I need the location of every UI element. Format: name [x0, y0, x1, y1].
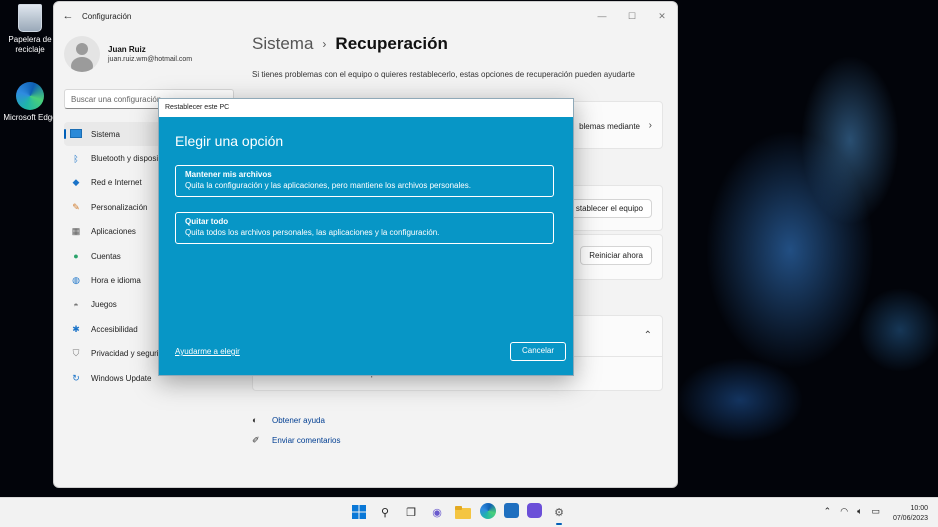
restart-now-button[interactable]: Reiniciar ahora [580, 246, 652, 265]
gamepad-icon: ◓ [73, 299, 79, 310]
task-view-icon[interactable]: ❐ [402, 503, 420, 521]
chevron-up-icon[interactable]: ⌃ [644, 330, 652, 341]
user-profile[interactable]: Juan Ruiz juan.ruiz.wm@hotmail.com [64, 36, 192, 72]
edge-label: Microsoft Edge [3, 113, 57, 122]
clipchamp-icon[interactable] [527, 503, 542, 518]
minimize-button[interactable]: — [587, 11, 617, 22]
avatar [64, 36, 100, 72]
system-tray: ⌃ ◠ 🔈︎ ▭ [815, 506, 880, 517]
edge-taskbar-icon[interactable] [480, 503, 496, 519]
apps-icon: ▦ [71, 226, 81, 237]
person-icon: ● [73, 251, 79, 262]
clock-time: 10:00 [910, 505, 928, 512]
clock[interactable]: 10:00 07/06/2023 [893, 504, 928, 524]
accessibility-icon: ✱ [72, 323, 80, 334]
help-icon: ◐ [252, 415, 258, 425]
sidebar-item-label: Red e Internet [91, 178, 142, 188]
sidebar-item-label: Sistema [91, 129, 120, 139]
clock-date: 07/06/2023 [892, 515, 928, 522]
recycle-bin-shortcut[interactable]: Papelera de reciclaje [0, 4, 60, 55]
sidebar-item-label: Windows Update [91, 373, 152, 383]
back-arrow-icon[interactable]: ← [54, 10, 82, 22]
reset-pc-button[interactable]: stablecer el equipo [566, 199, 652, 218]
troubleshoot-card-text: blemas mediante [579, 122, 640, 131]
window-title: Configuración [82, 11, 132, 21]
get-help-link[interactable]: ◐ Obtener ayuda [252, 410, 340, 430]
page-description: Si tienes problemas con el equipo o quie… [252, 70, 635, 79]
shield-icon: ⛉ [72, 348, 80, 359]
taskbar: ⚲ ❐ ◉ ⚙ ⌃ ◠ 🔈︎ ▭ 10:00 07/06/2023 [0, 497, 938, 527]
brush-icon: ✎ [72, 201, 80, 212]
recycle-bin-label: Papelera de reciclaje [8, 35, 52, 54]
option-description: Quita todos los archivos personales, las… [185, 228, 440, 237]
edge-shortcut[interactable]: Microsoft Edge [0, 82, 60, 123]
globe-icon: ◍ [72, 275, 80, 286]
battery-icon[interactable]: ▭ [871, 506, 880, 517]
sidebar-item-label: Personalización [91, 202, 148, 212]
user-name: Juan Ruiz [108, 45, 146, 54]
store-icon[interactable] [504, 503, 519, 518]
sidebar-item-label: Cuentas [91, 251, 121, 261]
sidebar-item-label: Accesibilidad [91, 324, 138, 334]
update-icon: ↻ [72, 372, 80, 383]
wifi-icon[interactable]: ◠ [840, 506, 848, 517]
monitor-icon [70, 128, 82, 140]
recycle-bin-icon [18, 4, 42, 32]
page-title: Recuperación [335, 34, 448, 53]
edge-icon [16, 82, 44, 110]
file-explorer-icon[interactable] [454, 503, 472, 521]
option-description: Quita la configuración y las aplicacione… [185, 181, 471, 190]
wifi-icon: ◆ [72, 177, 80, 188]
dialog-title: Restablecer este PC [159, 99, 573, 117]
sidebar-item-label: Juegos [91, 300, 117, 310]
help-links: ◐ Obtener ayuda ✐ Enviar comentarios [252, 410, 340, 450]
cancel-button[interactable]: Cancelar [510, 342, 566, 361]
remove-everything-option[interactable]: Quitar todo Quita todos los archivos per… [175, 212, 554, 244]
maximize-button[interactable]: ☐ [617, 11, 647, 22]
dialog-heading: Elegir una opción [175, 133, 284, 149]
teams-chat-icon[interactable]: ◉ [428, 503, 446, 521]
breadcrumb: Sistema › Recuperación [252, 34, 672, 54]
chevron-right-icon: › [648, 120, 652, 131]
reset-pc-dialog: Restablecer este PC Elegir una opción Ma… [158, 98, 574, 376]
title-bar: ← Configuración — ☐ ✕ [54, 2, 677, 30]
bluetooth-icon: ᛒ [73, 153, 79, 164]
get-help-label: Obtener ayuda [272, 415, 325, 425]
feedback-icon: ✐ [252, 434, 260, 445]
keep-files-option[interactable]: Mantener mis archivos Quita la configura… [175, 165, 554, 197]
main-content: Sistema › Recuperación Si tienes problem… [252, 34, 672, 79]
settings-taskbar-icon[interactable]: ⚙ [550, 503, 568, 525]
feedback-label: Enviar comentarios [272, 435, 341, 445]
user-email: juan.ruiz.wm@hotmail.com [108, 56, 193, 63]
chevron-right-icon: › [322, 37, 327, 51]
feedback-link[interactable]: ✐ Enviar comentarios [252, 430, 340, 450]
option-title: Mantener mis archivos [185, 170, 272, 179]
option-title: Quitar todo [185, 217, 229, 226]
start-icon[interactable] [350, 503, 368, 521]
sidebar-item-label: Aplicaciones [91, 227, 136, 237]
search-icon[interactable]: ⚲ [376, 503, 394, 521]
help-me-choose-link[interactable]: Ayudarme a elegir [175, 347, 240, 356]
volume-icon[interactable]: 🔈︎ [857, 506, 862, 517]
close-button[interactable]: ✕ [647, 11, 677, 22]
sidebar-item-label: Hora e idioma [91, 276, 141, 286]
chevron-up-icon[interactable]: ⌃ [824, 506, 832, 517]
breadcrumb-parent[interactable]: Sistema [252, 34, 313, 54]
